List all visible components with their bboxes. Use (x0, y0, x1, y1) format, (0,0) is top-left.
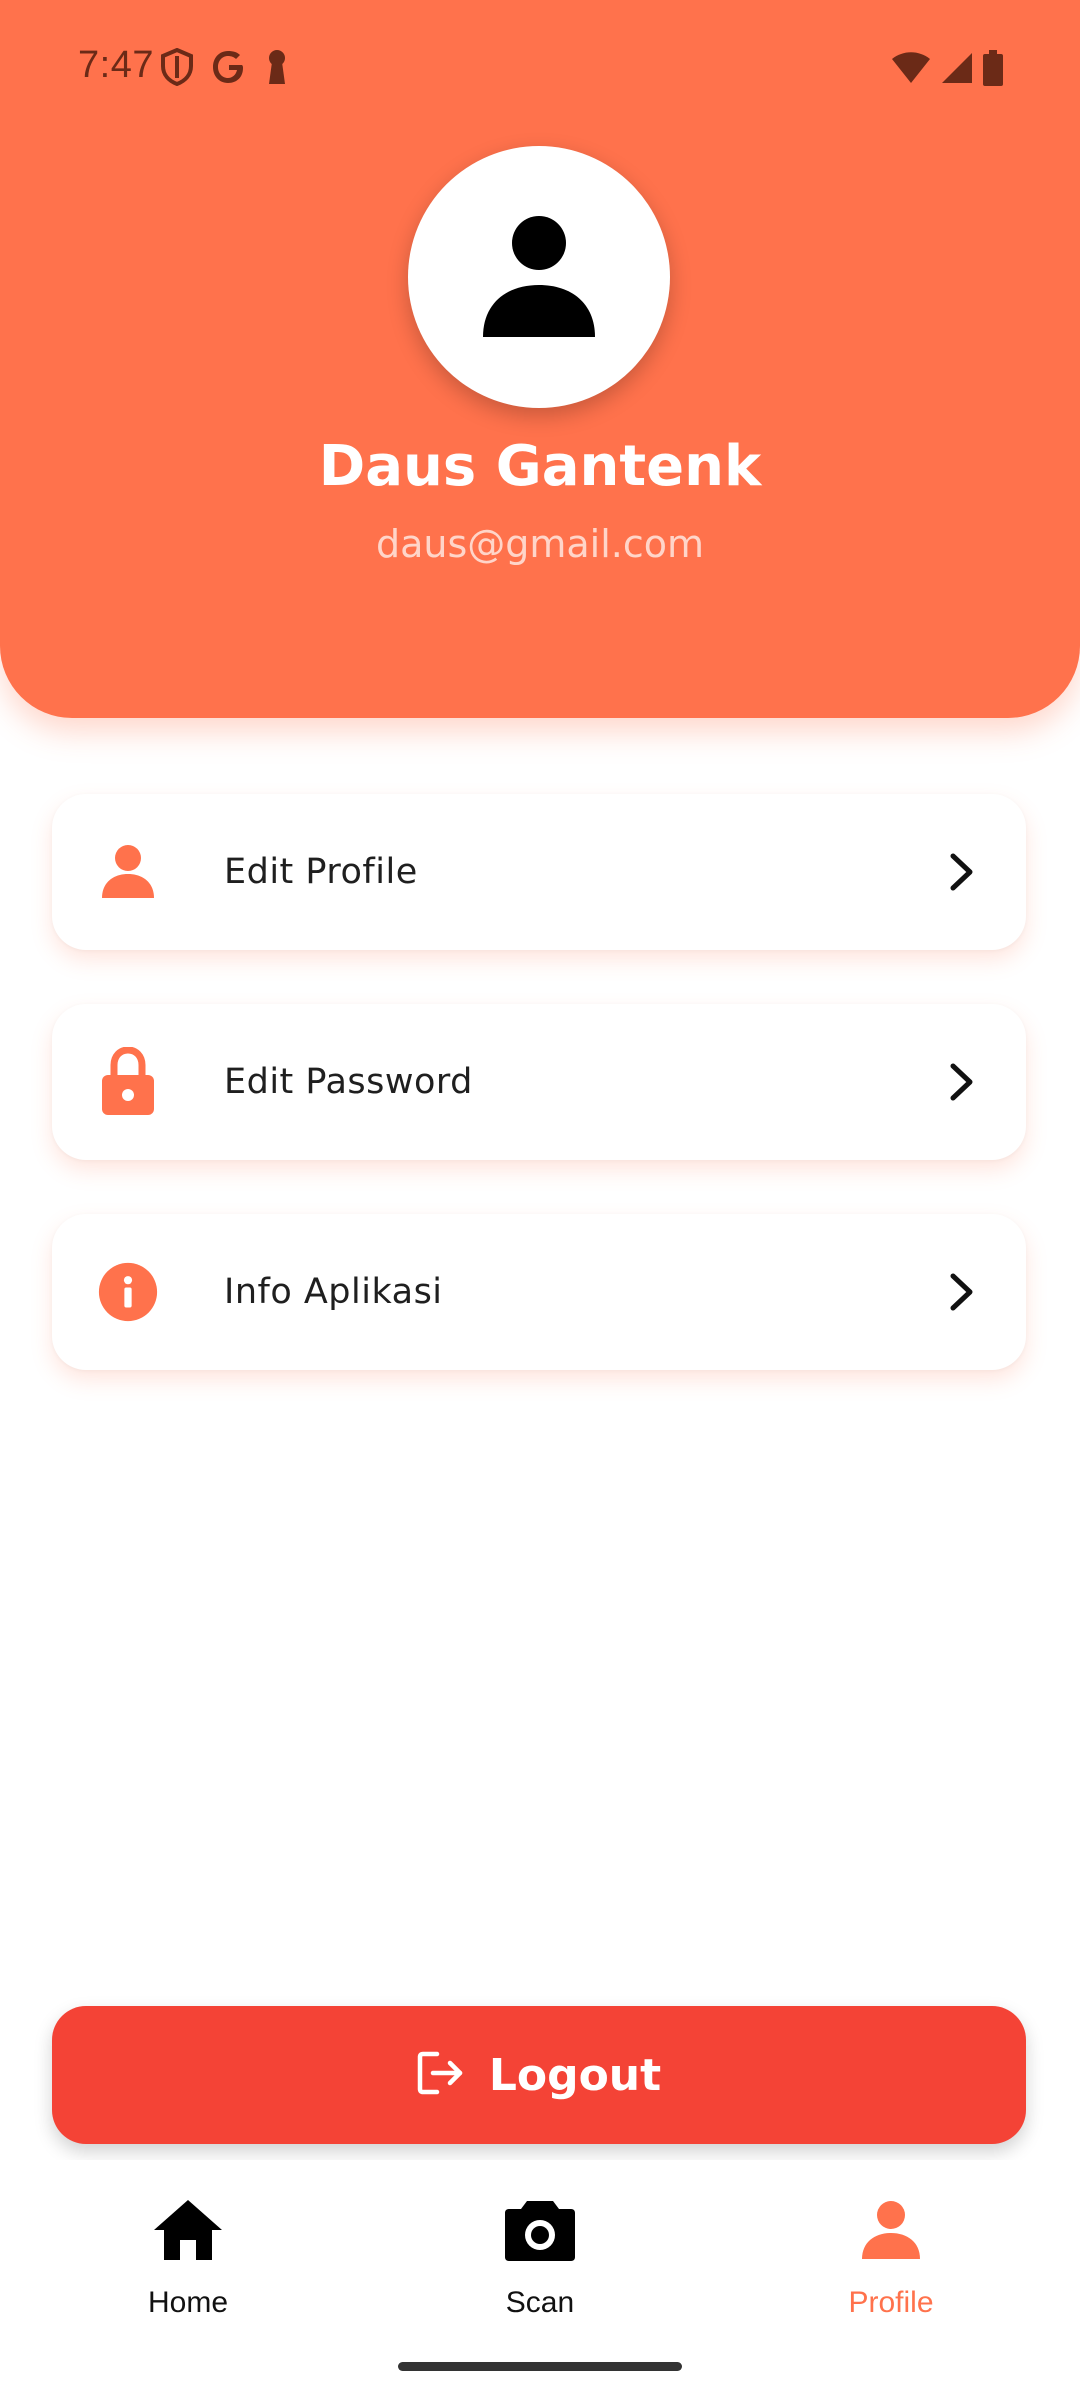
nav-item-scan[interactable]: Scan (420, 2188, 660, 2320)
home-indicator[interactable] (398, 2362, 682, 2371)
avatar[interactable] (408, 146, 670, 408)
chevron-right-icon (944, 1060, 980, 1104)
logout-label: Logout (488, 2049, 662, 2101)
info-icon (98, 1260, 158, 1324)
profile-name: Daus Gantenk (318, 434, 762, 499)
menu-item-edit-password[interactable]: Edit Password (52, 1004, 1026, 1160)
home-icon (68, 2188, 308, 2272)
person-icon (481, 215, 597, 339)
nav-item-profile[interactable]: Profile (771, 2188, 1011, 2320)
person-icon (98, 840, 158, 904)
logout-icon (417, 2050, 465, 2101)
status-left-icons (160, 48, 290, 86)
menu-item-label: Edit Profile (224, 852, 418, 892)
shield-icon (160, 48, 194, 86)
menu-item-label: Info Aplikasi (224, 1272, 443, 1312)
chevron-right-icon (944, 1270, 980, 1314)
logout-button[interactable]: Logout (52, 2006, 1026, 2144)
nav-item-home[interactable]: Home (68, 2188, 308, 2320)
menu-item-edit-profile[interactable]: Edit Profile (52, 794, 1026, 950)
camera-icon (420, 2188, 660, 2272)
battery-icon (982, 50, 1004, 86)
status-time: 7:47 (78, 44, 154, 86)
signal-icon (940, 51, 974, 85)
nav-label: Profile (848, 2286, 934, 2319)
wifi-icon (890, 51, 932, 85)
chevron-right-icon (944, 850, 980, 894)
google-icon (210, 48, 248, 86)
menu-item-info-aplikasi[interactable]: Info Aplikasi (52, 1214, 1026, 1370)
nav-label: Home (147, 2286, 229, 2319)
keyhole-icon (264, 48, 290, 86)
status-bar: 7:47 (0, 0, 1080, 136)
status-right-icons (890, 50, 1004, 86)
person-icon (771, 2188, 1011, 2272)
lock-icon (98, 1047, 158, 1115)
nav-label: Scan (505, 2286, 575, 2319)
profile-email: daus@gmail.com (375, 522, 705, 566)
menu-item-label: Edit Password (224, 1062, 473, 1102)
profile-header: 7:47 Daus Gantenk daus@gmail.com (0, 0, 1080, 718)
